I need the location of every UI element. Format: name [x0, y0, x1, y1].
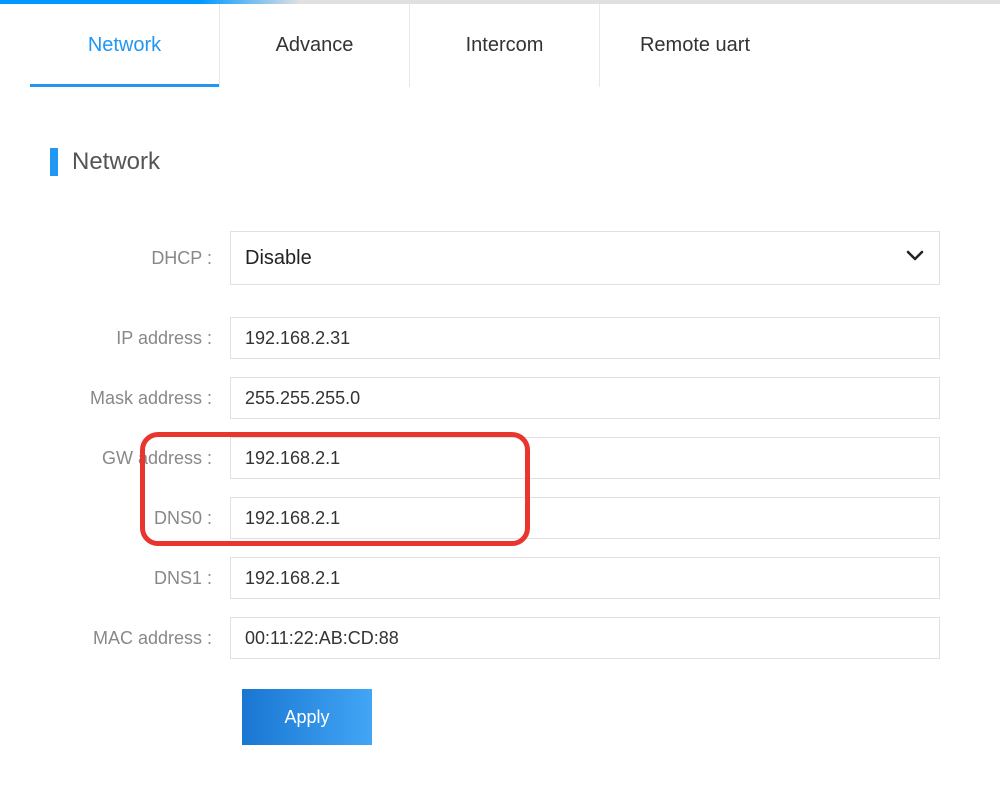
row-mask: Mask address :	[50, 377, 950, 419]
row-dhcp: DHCP : Disable	[50, 231, 950, 285]
row-dns1: DNS1 :	[50, 557, 950, 599]
label-ip: IP address :	[50, 328, 230, 349]
gw-address-input[interactable]	[230, 437, 940, 479]
label-dns1: DNS1 :	[50, 568, 230, 589]
tab-bar: Network Advance Intercom Remote uart	[0, 4, 1000, 88]
ip-address-input[interactable]	[230, 317, 940, 359]
mask-address-input[interactable]	[230, 377, 940, 419]
button-row: Apply	[50, 689, 950, 745]
row-dns0: DNS0 :	[50, 497, 950, 539]
dhcp-select-wrap: Disable	[230, 231, 940, 285]
tab-network[interactable]: Network	[30, 4, 220, 87]
dns0-input[interactable]	[230, 497, 940, 539]
section-marker-icon	[50, 148, 58, 176]
section-title: Network	[72, 148, 160, 176]
row-ip: IP address :	[50, 317, 950, 359]
tab-intercom[interactable]: Intercom	[410, 4, 600, 87]
label-mac: MAC address :	[50, 628, 230, 649]
row-gw: GW address :	[50, 437, 950, 479]
tab-remote-uart[interactable]: Remote uart	[600, 4, 790, 87]
tab-advance[interactable]: Advance	[220, 4, 410, 87]
dhcp-select[interactable]: Disable	[230, 231, 940, 285]
section-header: Network	[50, 148, 950, 176]
form-container: DHCP : Disable IP address : Mask address…	[50, 231, 950, 745]
label-mask: Mask address :	[50, 388, 230, 409]
row-mac: MAC address :	[50, 617, 950, 659]
dns1-input[interactable]	[230, 557, 940, 599]
apply-button[interactable]: Apply	[242, 689, 372, 745]
label-gw: GW address :	[50, 448, 230, 469]
label-dhcp: DHCP :	[50, 248, 230, 269]
content-area: Network DHCP : Disable IP address : Mask…	[0, 88, 1000, 785]
mac-address-input[interactable]	[230, 617, 940, 659]
label-dns0: DNS0 :	[50, 508, 230, 529]
